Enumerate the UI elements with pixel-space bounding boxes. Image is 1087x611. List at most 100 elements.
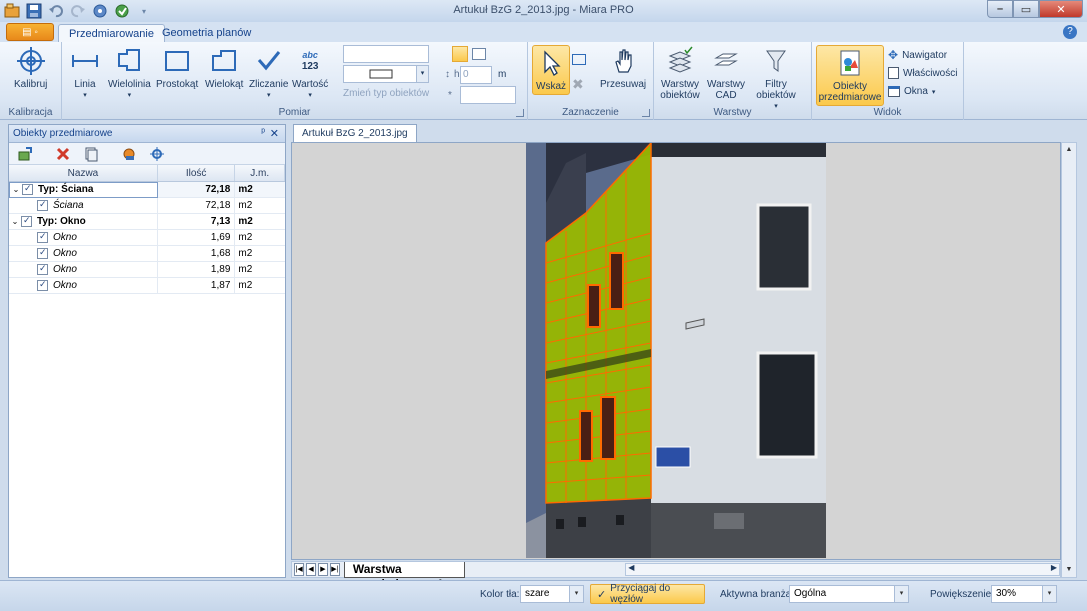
bg-color-select[interactable]: szare ▾ bbox=[520, 585, 584, 603]
row-checkbox[interactable] bbox=[22, 183, 33, 195]
navigator-button[interactable]: ✥ Nawigator bbox=[888, 48, 947, 62]
help-icon[interactable]: ? bbox=[1063, 25, 1077, 39]
object-type-field[interactable] bbox=[343, 45, 429, 63]
column-nazwa[interactable]: Nazwa bbox=[9, 165, 158, 181]
measurement-objects-button[interactable]: Obiekty przedmiarowe bbox=[816, 45, 884, 106]
hand-icon bbox=[608, 46, 638, 76]
vertical-scrollbar[interactable]: ▲ ▼ bbox=[1061, 142, 1077, 578]
multiplier-input[interactable] bbox=[460, 86, 516, 104]
tab-geometria-planow[interactable]: Geometria planów bbox=[152, 24, 261, 42]
pan-button[interactable]: Przesuwaj bbox=[600, 46, 646, 90]
row-checkbox[interactable] bbox=[37, 247, 48, 259]
building-photo[interactable] bbox=[526, 143, 826, 558]
window-left-lower-2[interactable] bbox=[600, 396, 616, 460]
window-left-upper-1[interactable] bbox=[587, 284, 601, 328]
height-input[interactable]: 0 bbox=[460, 66, 492, 84]
redo-icon[interactable] bbox=[70, 3, 86, 19]
rect-select-icon[interactable] bbox=[572, 54, 586, 65]
branch-select[interactable]: Ogólna ▾ bbox=[789, 585, 909, 603]
row-checkbox[interactable] bbox=[37, 231, 48, 243]
windows-button[interactable]: Okna ▾ bbox=[888, 86, 935, 97]
refresh-icon[interactable] bbox=[92, 3, 108, 19]
branch-value: Ogólna bbox=[794, 588, 827, 599]
polygon-button[interactable]: Wielokąt bbox=[205, 46, 243, 90]
copy-object-icon[interactable] bbox=[83, 146, 99, 162]
application-menu-button[interactable]: ▤ ◦ bbox=[6, 23, 54, 41]
count-label: Zliczanie bbox=[249, 79, 289, 90]
scroll-up-icon[interactable]: ▲ bbox=[1062, 143, 1076, 157]
table-row[interactable]: Okno 1,87 m2 bbox=[9, 277, 285, 294]
color-object-icon[interactable] bbox=[121, 146, 137, 162]
value-button[interactable]: abc 123 Wartość ▾ bbox=[292, 46, 328, 101]
next-sheet-button[interactable]: ▶ bbox=[317, 563, 328, 576]
row-checkbox[interactable] bbox=[37, 263, 48, 275]
calibrate-button[interactable]: Kalibruj bbox=[14, 46, 47, 90]
row-unit: m2 bbox=[238, 279, 253, 291]
delete-icon[interactable]: ✖ bbox=[572, 76, 584, 93]
window-right-upper bbox=[756, 203, 812, 291]
snap-to-nodes-toggle[interactable]: ✓ Przyciągaj do węzłów bbox=[590, 583, 705, 605]
tab-przedmiarowanie[interactable]: Przedmiarowanie bbox=[58, 24, 165, 42]
line-button[interactable]: Linia ▾ bbox=[70, 46, 100, 101]
maximize-button[interactable]: ▭ bbox=[1013, 0, 1039, 18]
count-button[interactable]: Zliczanie ▾ bbox=[249, 46, 288, 101]
minimize-button[interactable]: – bbox=[987, 0, 1013, 18]
windows-icon bbox=[888, 86, 900, 97]
street-sign bbox=[655, 446, 691, 468]
window-left-lower-1[interactable] bbox=[579, 410, 593, 462]
close-button[interactable]: ✕ bbox=[1039, 0, 1083, 18]
object-filters-button[interactable]: Filtry obiektów ▾ bbox=[752, 46, 800, 112]
customize-qat-icon[interactable]: ▾ bbox=[136, 3, 152, 19]
first-sheet-button[interactable]: |◀ bbox=[294, 563, 304, 576]
table-row[interactable]: ⌄ Typ: Ściana 72,18 m2 bbox=[9, 181, 285, 198]
settings-icon[interactable] bbox=[114, 3, 130, 19]
polyline-button[interactable]: Wielolinia ▾ bbox=[108, 46, 151, 101]
add-object-icon[interactable] bbox=[17, 146, 33, 162]
rectangle-button[interactable]: Prostokąt bbox=[156, 46, 198, 90]
scroll-left-icon[interactable]: ◀ bbox=[628, 563, 634, 572]
group-label-kalibracja: Kalibracja bbox=[8, 107, 53, 118]
row-checkbox[interactable] bbox=[21, 215, 32, 227]
table-row[interactable]: Okno 1,68 m2 bbox=[9, 245, 285, 262]
table-row[interactable]: ⌄ Typ: Okno 7,13 m2 bbox=[9, 213, 285, 230]
pomiar-launcher-icon[interactable] bbox=[516, 109, 524, 117]
prev-sheet-button[interactable]: ◀ bbox=[305, 563, 316, 576]
measurement-objects-panel: Obiekty przedmiarowe ᵖ ✕ Nazwa Ilość J.m… bbox=[8, 124, 286, 578]
window-left-upper-2[interactable] bbox=[609, 252, 624, 310]
cad-layers-button[interactable]: Warstwy CAD bbox=[706, 46, 746, 101]
layout-toggle-icon[interactable] bbox=[472, 48, 486, 60]
change-type-button[interactable]: Zmień typ obiektów bbox=[343, 88, 429, 99]
row-checkbox[interactable] bbox=[37, 279, 48, 291]
properties-button[interactable]: Właściwości bbox=[888, 67, 957, 79]
collapse-icon[interactable]: ⌄ bbox=[10, 185, 22, 194]
last-sheet-button[interactable]: ▶| bbox=[329, 563, 340, 576]
pin-icon[interactable]: ᵖ bbox=[261, 127, 265, 138]
table-row[interactable]: Okno 1,89 m2 bbox=[9, 261, 285, 278]
drawing-canvas[interactable] bbox=[291, 142, 1061, 560]
scroll-down-icon[interactable]: ▼ bbox=[1062, 563, 1076, 577]
sheet-tab[interactable]: Warstwa przedmiarowa 1 bbox=[343, 561, 466, 591]
table-row[interactable]: Okno 1,69 m2 bbox=[9, 229, 285, 246]
locate-object-icon[interactable] bbox=[149, 146, 165, 162]
collapse-icon[interactable]: ⌄ bbox=[9, 217, 21, 226]
undo-icon[interactable] bbox=[48, 3, 64, 19]
save-icon[interactable] bbox=[26, 3, 42, 19]
column-ilosc[interactable]: Ilość bbox=[158, 165, 236, 181]
row-checkbox[interactable] bbox=[37, 199, 48, 211]
document-tab[interactable]: Artukuł BzG 2_2013.jpg bbox=[293, 124, 417, 142]
row-qty: 1,69 bbox=[158, 229, 236, 246]
pin-toggle-icon[interactable] bbox=[452, 46, 468, 62]
branch-label: Aktywna branża bbox=[720, 589, 792, 600]
object-style-select[interactable]: ▾ bbox=[343, 65, 429, 83]
select-button[interactable]: Wskaż bbox=[532, 45, 570, 95]
zoom-select[interactable]: 30% ▾ bbox=[991, 585, 1057, 603]
delete-object-icon[interactable] bbox=[55, 146, 71, 162]
zaznaczenie-launcher-icon[interactable] bbox=[642, 109, 650, 117]
scroll-right-icon[interactable]: ▶ bbox=[1051, 563, 1057, 572]
horizontal-scrollbar[interactable]: ◀ ▶ bbox=[625, 563, 1060, 576]
panel-close-icon[interactable]: ✕ bbox=[270, 127, 279, 140]
column-jm[interactable]: J.m. bbox=[235, 165, 285, 181]
object-layers-button[interactable]: Warstwy obiektów bbox=[660, 46, 700, 101]
height-unit: m bbox=[498, 69, 507, 80]
table-row[interactable]: Ściana 72,18 m2 bbox=[9, 197, 285, 214]
